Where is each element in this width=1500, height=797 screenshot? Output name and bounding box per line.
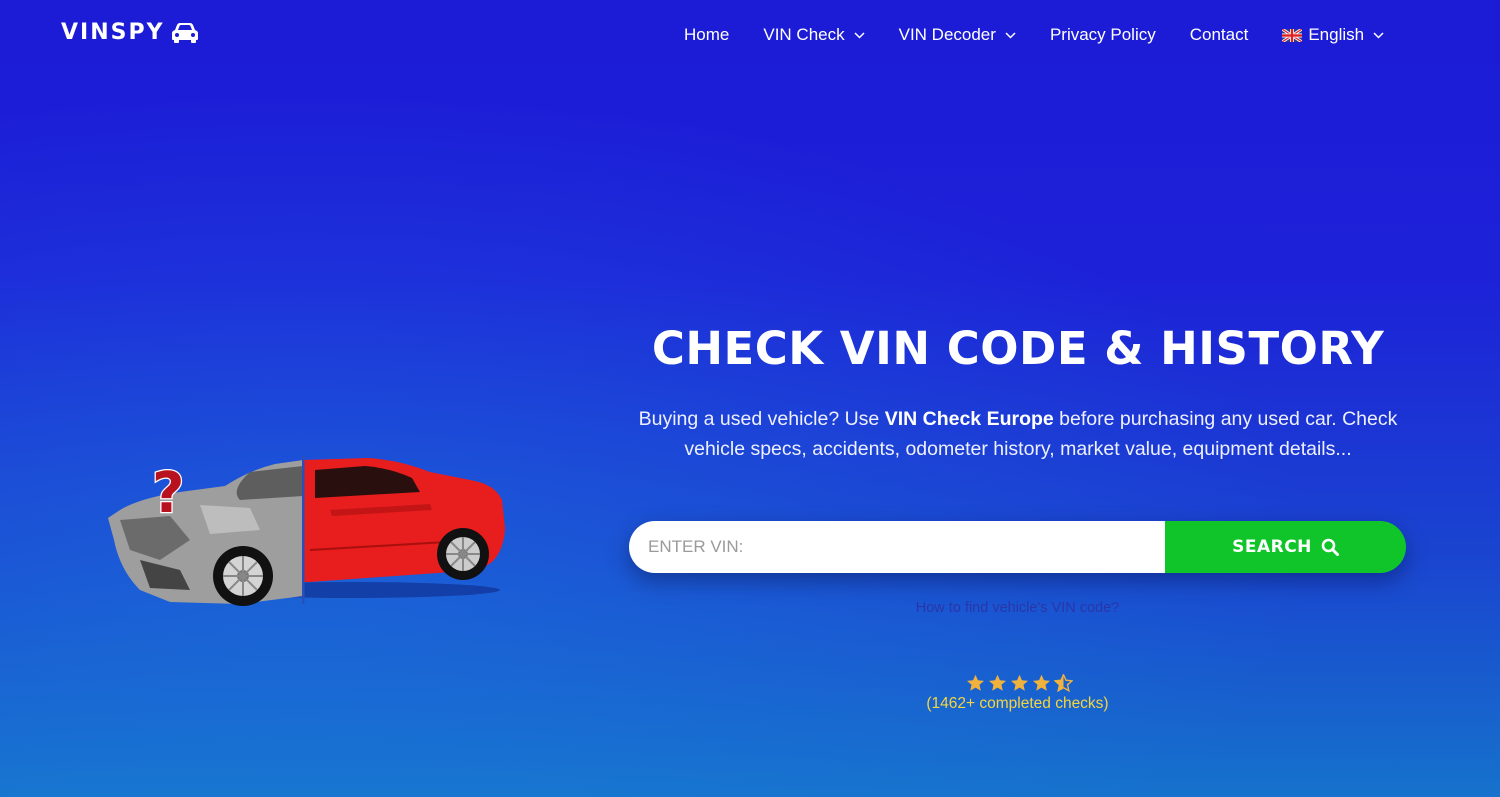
chevron-down-icon: [1005, 31, 1016, 39]
hero-desc-highlight: VIN Check Europe: [884, 408, 1054, 430]
car-icon: [171, 22, 198, 43]
nav-item-label: Contact: [1189, 25, 1249, 44]
svg-text:?: ?: [152, 461, 184, 526]
wrecked-vs-new-car-illustration: ?: [100, 450, 510, 620]
search-button-label: SEARCH: [1232, 537, 1312, 557]
vin-search-form: SEARCH: [629, 521, 1406, 573]
nav-item-vin-decoder[interactable]: VIN Decoder: [899, 25, 1016, 45]
page-title: CHECK VIN CODE & HISTORY: [651, 322, 1385, 375]
rating-stars: [966, 674, 1073, 692]
main-nav: Home VIN Check VIN Decoder Privacy Polic…: [684, 22, 1384, 48]
search-icon: [1321, 538, 1339, 556]
star-icon: [1032, 674, 1051, 691]
rating-count: (1462+ completed checks): [926, 695, 1109, 712]
site-logo[interactable]: VINSPY: [61, 20, 199, 45]
nav-item-label: VIN Decoder: [898, 25, 996, 44]
language-selector[interactable]: English: [1282, 25, 1384, 45]
search-button[interactable]: SEARCH: [1165, 521, 1406, 573]
uk-flag-icon: [1282, 28, 1303, 42]
star-icon: [1010, 674, 1029, 691]
nav-item-privacy-policy[interactable]: Privacy Policy: [1050, 25, 1156, 45]
vin-input[interactable]: [629, 521, 1165, 573]
nav-item-label: Privacy Policy: [1049, 25, 1156, 44]
nav-item-home[interactable]: Home: [684, 25, 729, 45]
vin-help-link[interactable]: How to find vehicle's VIN code?: [629, 600, 1406, 616]
logo-text: VINSPY: [61, 20, 165, 45]
nav-item-vin-check[interactable]: VIN Check: [763, 25, 865, 45]
hero-description: Buying a used vehicle? Use VIN Check Eur…: [620, 404, 1416, 464]
background-glow: [0, 0, 1500, 797]
nav-item-label: VIN Check: [763, 25, 845, 44]
hero-desc-prefix: Buying a used vehicle? Use: [638, 408, 885, 430]
chevron-down-icon: [1373, 31, 1384, 39]
star-icon: [988, 674, 1007, 691]
nav-item-contact[interactable]: Contact: [1190, 25, 1249, 45]
star-icon: [966, 674, 985, 691]
chevron-down-icon: [854, 31, 865, 39]
star-half-icon: [1054, 674, 1073, 692]
nav-item-label: Home: [684, 25, 730, 44]
nav-item-label: English: [1308, 25, 1365, 44]
